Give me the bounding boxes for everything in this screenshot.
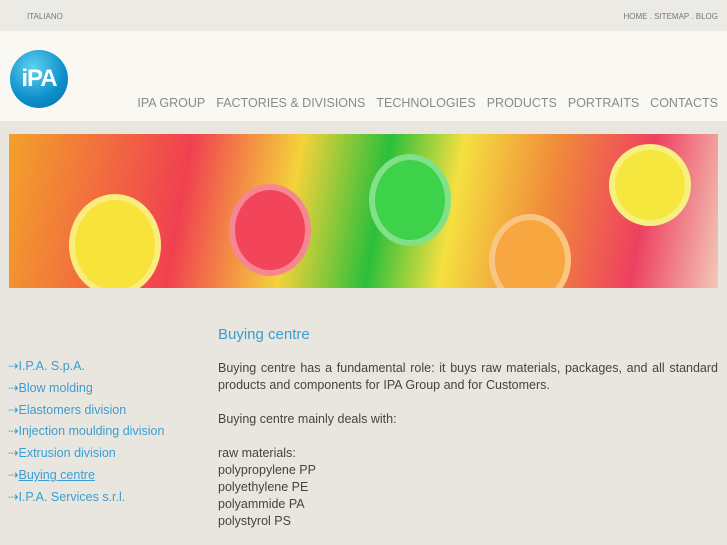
sidebar-item[interactable]: ⇢I.P.A. S.p.A.: [8, 358, 164, 380]
utility-links[interactable]: HOME . SITEMAP . BLOG: [623, 12, 718, 21]
tube-decoration: [69, 194, 161, 288]
intro-paragraph: Buying centre has a fundamental role: it…: [218, 361, 718, 392]
sidebar-item[interactable]: ⇢Injection moulding division: [8, 423, 164, 445]
sidebar-item-label: Extrusion division: [18, 446, 116, 461]
list-item: polyammide PA: [218, 497, 305, 511]
nav-technologies[interactable]: TECHNOLOGIES: [376, 96, 475, 110]
sidebar-item[interactable]: ⇢Elastomers division: [8, 402, 164, 424]
sidebar-item-label: Blow molding: [18, 380, 93, 395]
sidebar-menu: ⇢I.P.A. S.p.A. ⇢Blow molding ⇢Elastomers…: [8, 358, 164, 511]
banner-image: [9, 134, 718, 288]
sidebar-item[interactable]: ⇢Extrusion division: [8, 445, 164, 467]
top-bar: ITALIANO HOME . SITEMAP . BLOG: [0, 0, 727, 31]
tube-decoration: [609, 144, 691, 226]
list-item: polystyrol PS: [218, 514, 291, 528]
language-link[interactable]: ITALIANO: [27, 12, 63, 21]
list-item: polypropylene PP: [218, 463, 316, 477]
list-item: polyethylene PE: [218, 480, 309, 494]
page-title: Buying centre: [218, 326, 310, 343]
nav-contacts[interactable]: CONTACTS: [650, 96, 718, 110]
sidebar-item-active[interactable]: ⇢Buying centre: [8, 467, 164, 489]
sidebar-item-label: I.P.A. Services s.r.l.: [18, 489, 126, 504]
tube-decoration: [489, 214, 571, 288]
main-nav: IPA GROUP FACTORIES & DIVISIONS TECHNOLO…: [137, 96, 718, 110]
deals-paragraph: Buying centre mainly deals with:: [218, 412, 397, 426]
sidebar-item-label: Elastomers division: [18, 402, 127, 417]
tube-decoration: [369, 154, 451, 246]
sidebar-item[interactable]: ⇢Blow molding: [8, 380, 164, 402]
main-content: Buying centre Buying centre has a fundam…: [218, 326, 718, 530]
nav-ipa-group[interactable]: IPA GROUP: [137, 96, 205, 110]
sidebar-item-label: Buying centre: [18, 467, 95, 482]
sidebar-item-label: I.P.A. S.p.A.: [18, 359, 85, 373]
ipa-logo[interactable]: iPA: [10, 50, 68, 108]
nav-factories-divisions[interactable]: FACTORIES & DIVISIONS: [216, 96, 365, 110]
list-title: raw materials:: [218, 446, 296, 460]
nav-products[interactable]: PRODUCTS: [487, 96, 557, 110]
sidebar-item-label: Injection moulding division: [18, 424, 165, 439]
nav-portraits[interactable]: PORTRAITS: [568, 96, 639, 110]
tube-decoration: [229, 184, 311, 276]
sidebar-item[interactable]: ⇢I.P.A. Services s.r.l.: [8, 489, 164, 511]
